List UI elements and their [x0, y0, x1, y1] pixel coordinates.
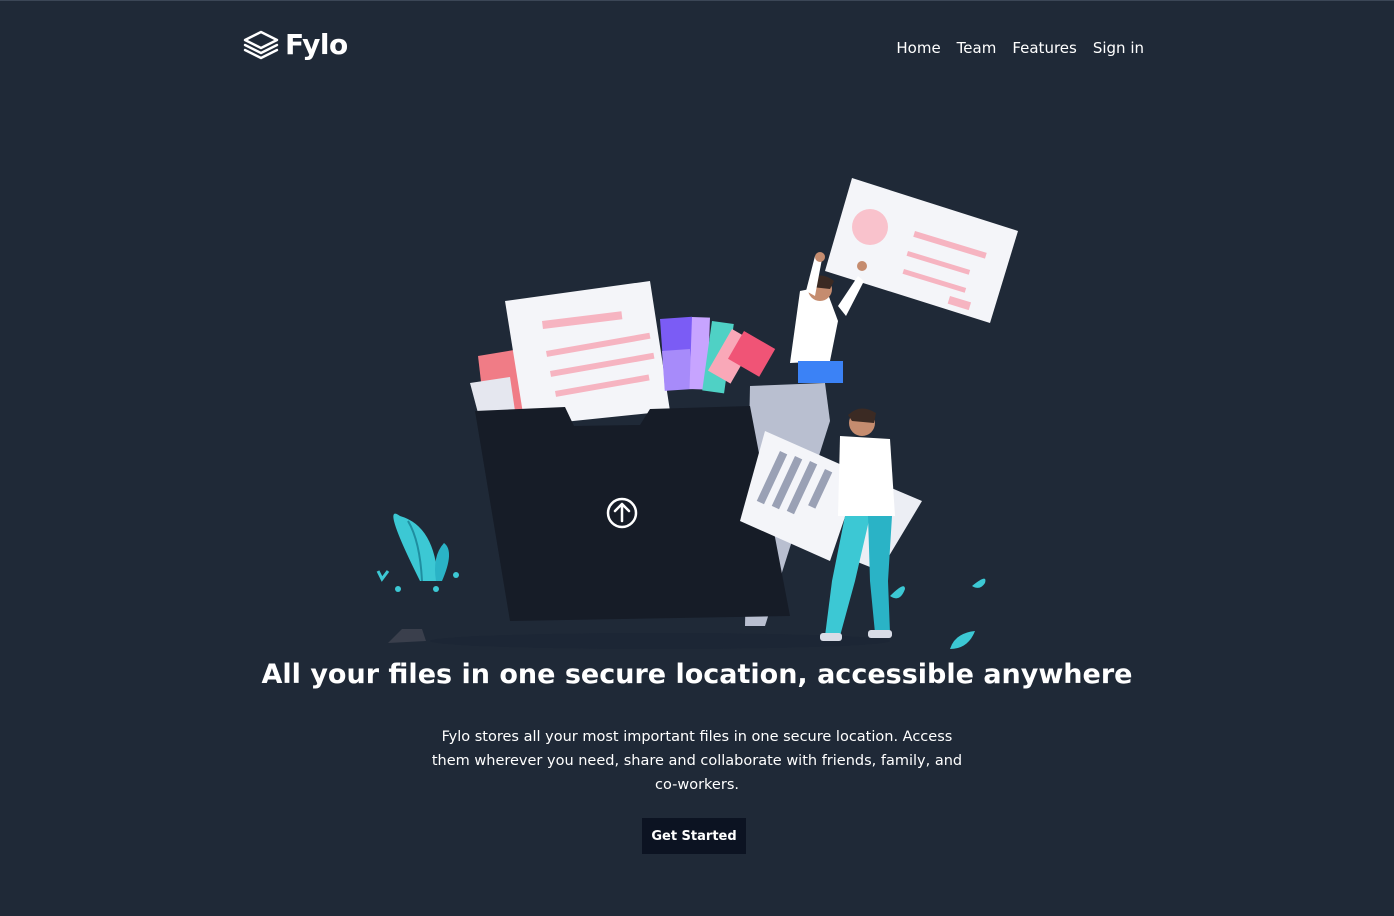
color-swatches [659, 316, 776, 394]
white-document [505, 281, 670, 426]
nav-home-link[interactable]: Home [896, 38, 940, 58]
nav-team-link[interactable]: Team [957, 38, 997, 58]
leaves-right [890, 578, 986, 649]
nav-features-link[interactable]: Features [1012, 38, 1077, 58]
nav-signin-link[interactable]: Sign in [1093, 38, 1144, 58]
main-nav: Home Team Features Sign in [896, 38, 1144, 58]
files-folder-illustration [376, 178, 1018, 649]
hero-description: Fylo stores all your most important file… [431, 729, 963, 793]
rock [388, 629, 426, 643]
hero-title: All your files in one secure location, a… [261, 659, 1133, 690]
profile-card [825, 178, 1018, 323]
stacked-layers-icon [243, 30, 279, 60]
brand-name: Fylo [285, 28, 348, 61]
plant-left [376, 513, 459, 592]
get-started-button[interactable]: Get Started [642, 818, 746, 854]
landing-page: Fylo Home Team Features Sign in All your… [0, 0, 1394, 916]
brand-logo[interactable]: Fylo [243, 29, 348, 61]
